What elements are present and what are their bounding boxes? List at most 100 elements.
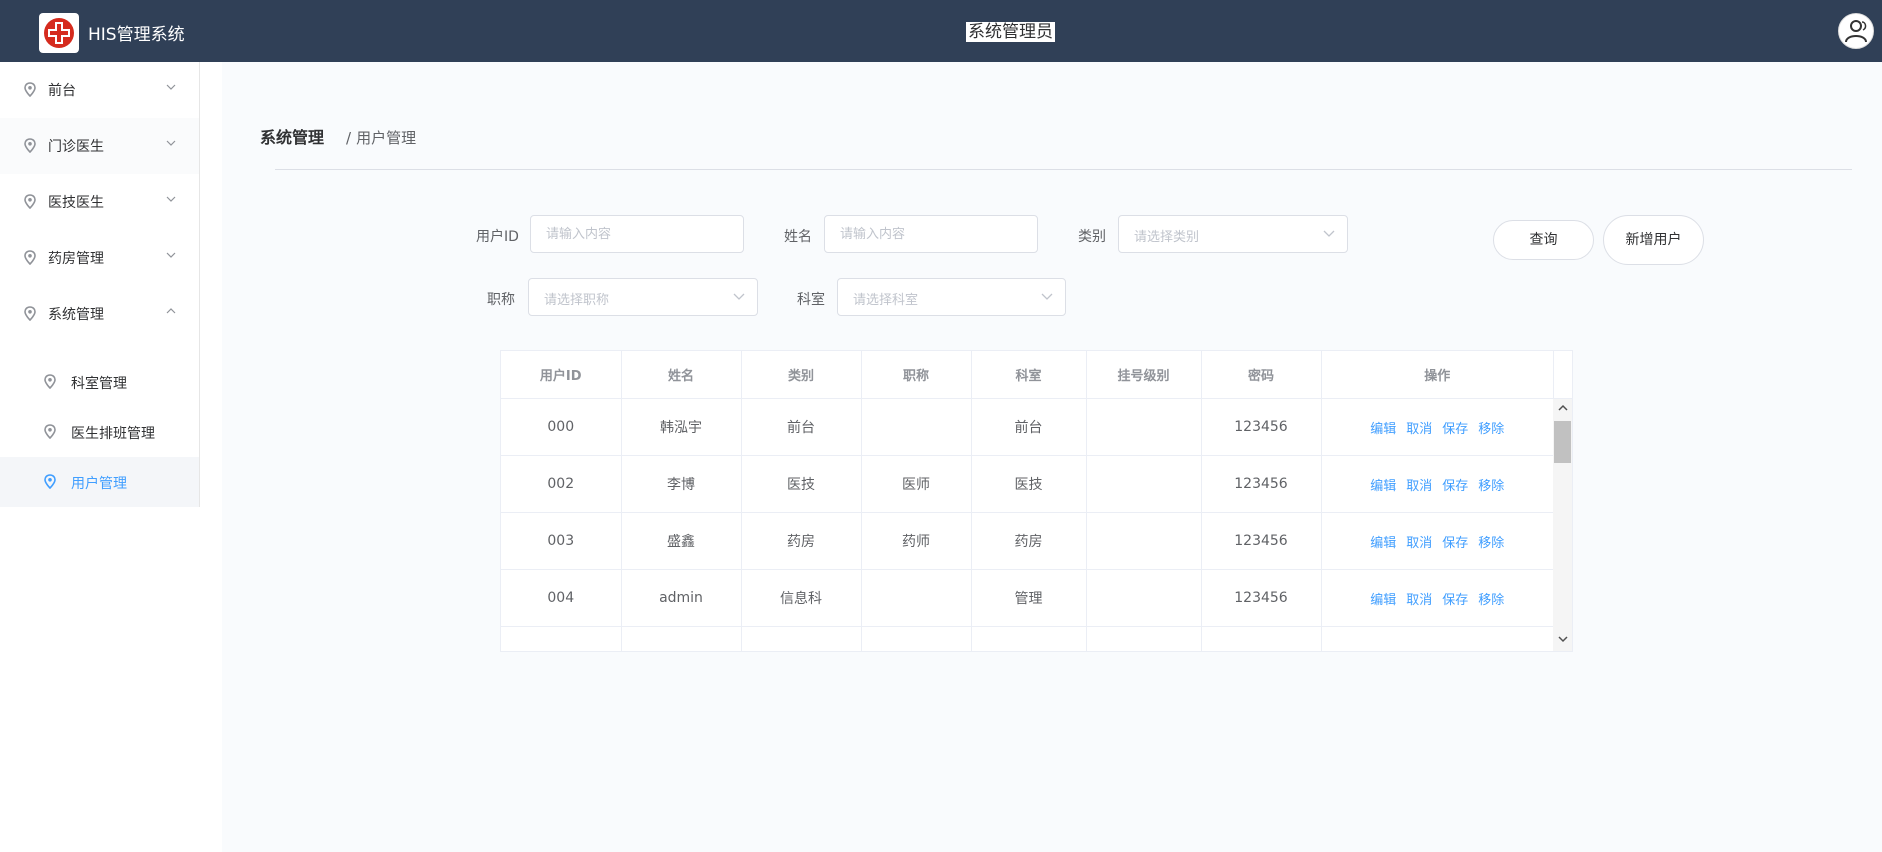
breadcrumb-root[interactable]: 系统管理 <box>260 128 324 147</box>
user-table-grid: 用户ID 姓名 类别 职称 科室 挂号级别 密码 操作 000 韩泓宇 前台 前… <box>501 351 1553 651</box>
chevron-down-icon <box>166 84 176 90</box>
cell-department: 前台 <box>971 398 1087 456</box>
user-table: 用户ID 姓名 类别 职称 科室 挂号级别 密码 操作 000 韩泓宇 前台 前… <box>500 350 1573 652</box>
cell-password <box>1201 626 1322 651</box>
sidebar-item-front-desk[interactable]: 前台 <box>0 62 199 118</box>
search-button[interactable]: 查询 <box>1493 220 1594 260</box>
column-header: 密码 <box>1201 351 1322 399</box>
location-pin-icon <box>24 250 36 265</box>
location-pin-icon <box>44 424 56 439</box>
cell-department: 管理 <box>971 569 1087 627</box>
cell-category: 医技 <box>741 455 862 513</box>
user-avatar[interactable] <box>1838 13 1874 49</box>
chevron-down-icon <box>166 140 176 146</box>
scroll-up-icon[interactable] <box>1558 404 1568 412</box>
cell-password: 123456 <box>1201 455 1322 513</box>
column-header: 操作 <box>1321 351 1553 399</box>
cell-name: admin <box>621 569 742 627</box>
remove-link[interactable]: 移除 <box>1478 536 1504 551</box>
cell-actions: 编辑 取消 保存 移除 <box>1321 569 1553 627</box>
title-select[interactable]: 请选择职称 <box>528 278 758 316</box>
location-pin-icon <box>44 374 56 389</box>
cancel-link[interactable]: 取消 <box>1406 479 1432 494</box>
chevron-up-icon <box>166 308 176 314</box>
cell-level <box>1086 455 1202 513</box>
scroll-down-icon[interactable] <box>1558 635 1568 643</box>
remove-link[interactable]: 移除 <box>1478 479 1504 494</box>
location-pin-icon <box>24 194 36 209</box>
cell-level <box>1086 512 1202 570</box>
cell-user-id <box>501 626 622 651</box>
cancel-link[interactable]: 取消 <box>1406 593 1432 608</box>
users-icon <box>1845 20 1867 43</box>
sidebar-item-label: 门诊医生 <box>48 139 104 155</box>
cell-actions: 编辑 取消 保存 移除 <box>1321 398 1553 456</box>
category-select[interactable]: 请选择类别 <box>1118 215 1348 253</box>
chevron-down-icon <box>1323 230 1335 237</box>
scrollbar-thumb[interactable] <box>1554 421 1571 463</box>
sidebar-item-label: 系统管理 <box>48 307 104 323</box>
cell-title: 药师 <box>861 512 972 570</box>
cell-level <box>1086 626 1202 651</box>
sidebar-subitem-label: 医生排班管理 <box>71 426 155 442</box>
edit-link[interactable]: 编辑 <box>1370 593 1396 608</box>
cell-name <box>621 626 742 651</box>
edit-link[interactable]: 编辑 <box>1370 422 1396 437</box>
column-header: 用户ID <box>501 351 622 399</box>
add-user-button[interactable]: 新增用户 <box>1603 215 1704 265</box>
sidebar: 前台 门诊医生 医技医生 药房管理 系统管理 科室管理 医生排班管理 用户管理 <box>0 62 200 507</box>
name-input[interactable] <box>824 215 1038 253</box>
breadcrumb: 系统管理 / 用户管理 <box>260 124 416 148</box>
sidebar-subitem-doctor-schedule[interactable]: 医生排班管理 <box>0 407 199 457</box>
breadcrumb-separator: / <box>346 129 352 147</box>
chevron-down-icon <box>1041 293 1053 300</box>
sidebar-item-label: 医技医生 <box>48 195 104 211</box>
table-scrollbar[interactable] <box>1553 399 1572 651</box>
sidebar-subitem-department[interactable]: 科室管理 <box>0 357 199 407</box>
sidebar-subitem-label: 科室管理 <box>71 376 127 392</box>
sidebar-item-medtech-doctor[interactable]: 医技医生 <box>0 174 199 230</box>
table-row: 004 admin 信息科 管理 123456 编辑 取消 保存 移除 <box>501 569 1553 627</box>
table-header-row: 用户ID 姓名 类别 职称 科室 挂号级别 密码 操作 <box>501 351 1553 399</box>
location-pin-icon <box>24 138 36 153</box>
location-pin-icon <box>44 474 56 489</box>
save-link[interactable]: 保存 <box>1442 479 1468 494</box>
sidebar-item-label: 前台 <box>48 83 76 99</box>
sidebar-subitem-user-management[interactable]: 用户管理 <box>0 457 199 507</box>
chevron-down-icon <box>733 293 745 300</box>
cell-level <box>1086 569 1202 627</box>
breadcrumb-current: 用户管理 <box>356 129 417 147</box>
edit-link[interactable]: 编辑 <box>1370 536 1396 551</box>
cell-department <box>971 626 1087 651</box>
location-pin-icon <box>24 82 36 97</box>
cell-actions: 编辑 取消 保存 移除 <box>1321 512 1553 570</box>
save-link[interactable]: 保存 <box>1442 422 1468 437</box>
department-select[interactable]: 请选择科室 <box>837 278 1066 316</box>
cell-actions: 编辑 取消 保存 移除 <box>1321 455 1553 513</box>
cell-category: 前台 <box>741 398 862 456</box>
hospital-logo <box>39 13 79 53</box>
cancel-link[interactable]: 取消 <box>1406 536 1432 551</box>
save-link[interactable]: 保存 <box>1442 536 1468 551</box>
cell-name: 李博 <box>621 455 742 513</box>
main-content: 系统管理 / 用户管理 用户ID 姓名 类别 请选择类别 查询 新增用户 职称 请… <box>222 62 1882 852</box>
sidebar-item-system-management[interactable]: 系统管理 <box>0 286 199 342</box>
sidebar-item-pharmacy[interactable]: 药房管理 <box>0 230 199 286</box>
title-label: 职称 <box>487 292 515 308</box>
edit-link[interactable]: 编辑 <box>1370 479 1396 494</box>
column-header: 挂号级别 <box>1086 351 1202 399</box>
remove-link[interactable]: 移除 <box>1478 422 1504 437</box>
name-label: 姓名 <box>784 229 812 245</box>
title-placeholder: 请选择职称 <box>544 293 610 308</box>
chevron-down-icon <box>166 252 176 258</box>
table-row: 003 盛鑫 药房 药师 药房 123456 编辑 取消 保存 移除 <box>501 512 1553 570</box>
top-header: HIS管理系统 系统管理员 <box>0 0 1882 62</box>
user-id-input[interactable] <box>530 215 744 253</box>
remove-link[interactable]: 移除 <box>1478 593 1504 608</box>
sidebar-item-outpatient-doctor[interactable]: 门诊医生 <box>0 118 199 174</box>
cell-department: 药房 <box>971 512 1087 570</box>
location-pin-icon <box>24 306 36 321</box>
cancel-link[interactable]: 取消 <box>1406 422 1432 437</box>
cell-user-id: 004 <box>501 569 622 627</box>
save-link[interactable]: 保存 <box>1442 593 1468 608</box>
